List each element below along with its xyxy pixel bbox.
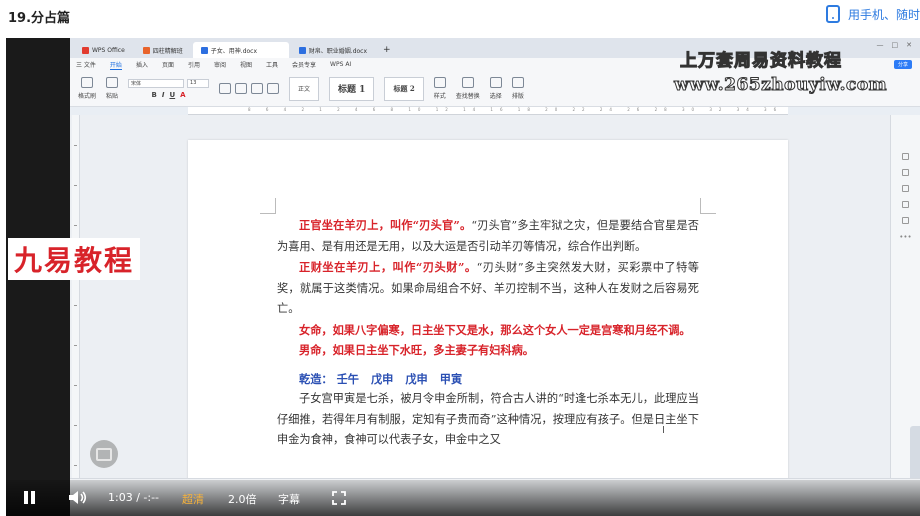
doc-icon [200,46,208,54]
phone-link-label: 用手机、随时 [847,7,920,22]
image-icon[interactable] [902,185,909,192]
styles-group[interactable]: 样式 [433,77,446,100]
right-side-toolbar: ••• [890,115,920,478]
pause-icon[interactable] [24,491,36,504]
playback-time: 1:03 / -:-- [108,491,160,504]
menu-home[interactable]: 开始 [109,60,122,70]
style-normal[interactable]: 正文 [289,76,320,101]
find-replace-group[interactable]: 查找替换 [456,77,480,100]
subtitle-button[interactable]: 字幕 [278,491,300,507]
paragraph-2: 正财坐在羊刃上，叫作“刃头财”。“刃头财”多主突然发大财，买彩票中了特等奖，就属… [277,260,699,315]
share-button[interactable]: 分享 [893,60,912,69]
number-list-icon[interactable] [235,83,248,94]
paste-group[interactable]: 粘贴 [106,77,118,100]
document-body[interactable]: 正官坐在羊刃上，叫作“刃头官”。“刃头官”多主牢狱之灾，但是要结合官星是否为喜用… [277,215,699,451]
menu-vip[interactable]: 会员专享 [292,60,316,69]
paragraph-4: 男命，如果日主坐下水旺，多主妻子有妇科病。 [299,343,534,357]
menu-page[interactable]: 页面 [162,60,174,69]
text-cursor-icon: I [662,425,665,436]
paragraph-5: 子女宫甲寅是七杀，被月令申金所制，符合古人讲的“时逢七杀本无儿，此理应当仔细推，… [277,392,699,446]
format-painter-group[interactable]: 格式刷 [78,77,96,100]
style-heading-2[interactable]: 标题 2 [384,76,424,101]
screen-recording: WPS Office 四柱精解班 子女、用神.docx 财帛、职业婚姻.docx… [70,38,920,516]
font-group: 宋体 13 B I U A [128,78,210,99]
select-group[interactable]: 选择 [489,77,502,100]
select-icon [489,77,502,88]
wps-logo-icon [82,46,89,54]
layout-icon [511,77,524,88]
edit-icon[interactable] [902,153,909,160]
layout-group[interactable]: 排版 [511,77,524,100]
doc-icon-2 [298,46,306,54]
paragraph-1: 正官坐在羊刃上，叫作“刃头官”。“刃头官”多主牢狱之灾，但是要结合官星是否为喜用… [277,218,699,253]
page-header: 19.分占篇 用手机、随时 [0,0,920,38]
tab-wps-office[interactable]: WPS Office [74,42,133,58]
more-icon[interactable]: ••• [899,233,911,241]
settings-icon[interactable] [902,217,909,224]
font-size-select[interactable]: 13 [187,78,210,88]
format-buttons: B I U A [152,91,186,99]
underline-button[interactable]: U [169,91,175,99]
tab-sizhu[interactable]: 四柱精解班 [135,42,191,58]
minimize-icon[interactable]: — [877,41,884,49]
margin-corner-right [700,198,716,214]
pdf-icon [142,46,150,54]
menu-wps-ai[interactable]: WPS AI [330,61,351,68]
paragraph-group [219,83,280,94]
menu-file[interactable]: 三 文件 [76,60,96,69]
vertical-ruler [72,115,80,478]
player-controls: 1:03 / -:-- 超清 2.0倍 字幕 [6,480,920,516]
maximize-icon[interactable]: □ [892,41,899,49]
page-title: 19.分占篇 [8,11,71,26]
tab-doc-active[interactable]: 子女、用神.docx [192,42,289,58]
quality-button[interactable]: 超清 [182,491,204,507]
window-controls: — □ ✕ [877,41,913,49]
bold-button[interactable]: B [152,91,157,99]
horizontal-ruler: 8 6 4 2 1 2 4 6 8 10 12 14 16 18 20 22 2… [188,107,788,115]
volume-icon[interactable] [68,490,88,505]
menu-review[interactable]: 审阅 [214,60,226,69]
menu-insert[interactable]: 插入 [136,60,148,69]
floating-doc-icon[interactable] [90,440,118,468]
align-icon[interactable] [251,83,264,94]
menu-tools[interactable]: 工具 [266,60,278,69]
phone-link[interactable]: 用手机、随时 [825,5,920,23]
watermark-logo: 九易教程 [8,238,141,280]
video-player[interactable]: WPS Office 四柱精解班 子女、用神.docx 财帛、职业婚姻.docx… [6,38,920,516]
margin-corner-left [260,198,276,214]
document-area: 正官坐在羊刃上，叫作“刃头官”。“刃头官”多主牢狱之灾，但是要结合官星是否为喜用… [70,115,890,480]
bullet-list-icon[interactable] [219,83,232,94]
side-panel-handle[interactable] [910,426,920,484]
close-icon[interactable]: ✕ [906,41,912,49]
font-color-button[interactable]: A [180,91,185,99]
translate-icon[interactable] [902,201,909,208]
line-spacing-icon[interactable] [267,83,280,94]
paragraph-3: 女命，如果八字偏寒，日主坐下又是水，那么这个女人一定是宫寒和月经不调。 [299,322,691,337]
tab-doc-2[interactable]: 财帛、职业婚姻.docx [291,42,375,58]
watermark-title: 上万套周易资料教程 [680,51,842,72]
menu-view[interactable]: 视图 [240,60,252,69]
paste-icon [106,77,119,88]
font-name-select[interactable]: 宋体 [128,78,185,88]
bazi-heading: 乾造： 壬午 戊申 戊申 甲寅 [299,371,463,386]
phone-icon [825,5,840,23]
document-page[interactable]: 正官坐在羊刃上，叫作“刃头官”。“刃头官”多主牢狱之灾，但是要结合官星是否为喜用… [188,140,788,480]
adjust-icon[interactable] [902,169,909,176]
watermark-url: www.265zhouyiw.com [673,75,888,96]
new-tab-button[interactable]: + [377,42,397,58]
speed-button[interactable]: 2.0倍 [228,491,257,507]
styles-icon [433,77,446,88]
fullscreen-icon[interactable] [332,491,346,505]
italic-button[interactable]: I [162,91,165,99]
style-heading-1[interactable]: 标题 1 [329,76,375,101]
search-icon [461,77,474,88]
menu-reference[interactable]: 引用 [188,60,200,69]
format-painter-icon [81,77,93,88]
